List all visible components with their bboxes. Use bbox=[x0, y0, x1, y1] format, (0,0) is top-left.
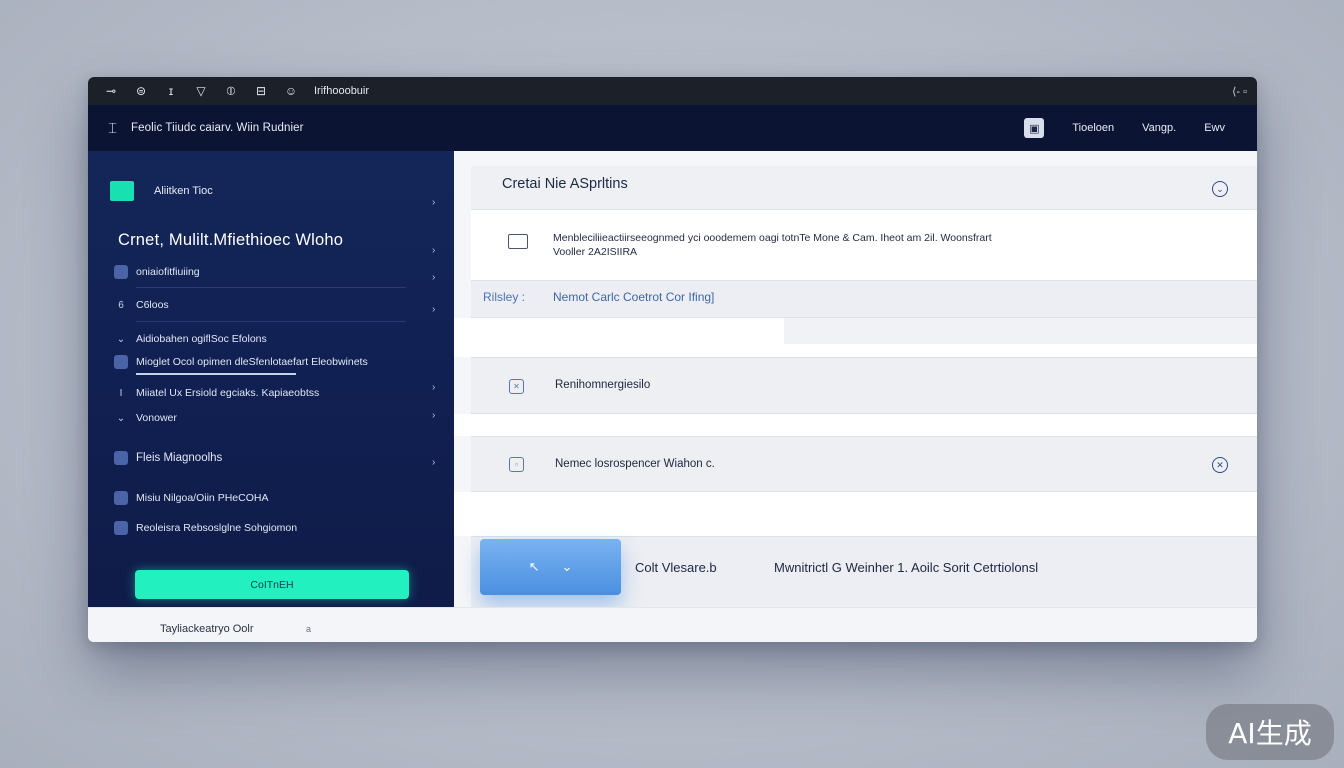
app-window: ⊸ ⊜ ɪ ▽ ⦶ ⊟ ☺ Irifhooobuir ⟨- ▫ ⌶ Feolic… bbox=[88, 77, 1257, 642]
chevron-down-icon: ⌄ bbox=[116, 333, 126, 345]
primary-cta-button[interactable]: CoITnEH bbox=[135, 570, 409, 599]
status-mark: a bbox=[306, 624, 312, 634]
sidebar-item[interactable]: oniaiofitfiuiing bbox=[114, 265, 200, 279]
meta-value-link[interactable]: Nemot Carlc Coetrot Cor Ifing] bbox=[553, 290, 714, 304]
bar-icon: I bbox=[119, 387, 123, 399]
folder-icon bbox=[114, 265, 128, 279]
user-icon: 6 bbox=[118, 299, 124, 311]
description-block: Menbleciliieactiirseeognmed yci ooodemem… bbox=[471, 210, 1257, 280]
nav-item-tioeloen[interactable]: Tioeloen bbox=[1072, 122, 1114, 134]
spacer bbox=[454, 414, 1257, 436]
sidebar-item[interactable]: Fleis Miagnoolhs bbox=[114, 451, 222, 465]
ai-generated-badge: AI生成 bbox=[1206, 704, 1334, 760]
main-panel: Cretai Nie ASprltins ⌄ Menbleciliieactii… bbox=[454, 151, 1257, 607]
title-bar: ⊸ ⊜ ɪ ▽ ⦶ ⊟ ☺ Irifhooobuir ⟨- ▫ bbox=[88, 77, 1257, 105]
sidebar-item-label: C6loos bbox=[136, 299, 169, 311]
document-icon bbox=[114, 355, 128, 369]
divider bbox=[136, 321, 406, 322]
lock-icon: ▫ bbox=[509, 457, 524, 472]
archive-icon bbox=[114, 521, 128, 535]
sidebar-item-label: Miiatel Ux Ersiold egciaks. Kapiaeobtss bbox=[136, 387, 320, 399]
active-underline bbox=[136, 373, 296, 375]
top-navbar: ⌶ Feolic Tiiudc caiarv. Wiin Rudnier ▣ T… bbox=[88, 105, 1257, 151]
chevron-right-icon[interactable]: › bbox=[432, 272, 435, 283]
sidebar-item[interactable]: 6 C6loos bbox=[114, 298, 169, 312]
chevron-down-icon: ⌄ bbox=[561, 559, 573, 574]
page-title: Cretai Nie ASprltins bbox=[502, 176, 628, 192]
window-title: Irifhooobuir bbox=[314, 85, 370, 97]
cursor-icon[interactable]: ɪ bbox=[158, 81, 184, 101]
sidebar-item[interactable]: Mioglet Ocol opimen dleSfenlotaefart Ele… bbox=[114, 355, 368, 369]
key-icon[interactable]: ⊸ bbox=[98, 81, 124, 101]
action-label: Colt Vlesare.b bbox=[635, 560, 717, 575]
compass-icon[interactable]: ⦶ bbox=[218, 81, 244, 101]
sidebar-item[interactable]: ⌄ Aidiobahen ogiflSoc Efolons bbox=[114, 332, 267, 346]
spacer bbox=[784, 318, 1257, 344]
folder-icon bbox=[114, 451, 128, 465]
chevron-down-icon: ⌄ bbox=[116, 412, 126, 424]
action-description: Mwnitrictl G Weinher 1. Aoilc Sorit Cetr… bbox=[774, 560, 1039, 575]
brand-square-icon bbox=[110, 181, 134, 201]
sidebar-item-label: oniaiofitfiuiing bbox=[136, 266, 200, 278]
avatar[interactable]: ▣ bbox=[1024, 118, 1045, 138]
description-line-2: Vooller 2A2ISIIRA bbox=[553, 246, 638, 258]
sidebar-item-label: Fleis Miagnoolhs bbox=[136, 452, 223, 464]
chevron-right-icon[interactable]: › bbox=[432, 410, 435, 421]
nav-item-ewv[interactable]: Ewv bbox=[1204, 122, 1225, 134]
sidebar-item[interactable]: ⌄ Vonower bbox=[114, 411, 177, 425]
edit-icon[interactable] bbox=[508, 234, 528, 249]
nav-item-vangp[interactable]: Vangp. bbox=[1142, 122, 1176, 134]
section-header: Cretai Nie ASprltins ⌄ bbox=[471, 166, 1257, 210]
divider bbox=[136, 287, 406, 288]
meta-row[interactable]: Rilsley : Nemot Carlc Coetrot Cor Ifing] bbox=[471, 280, 1257, 318]
sidebar-item-label: Aidiobahen ogiflSoc Efolons bbox=[136, 333, 267, 345]
shield-icon[interactable]: ⊜ bbox=[128, 81, 154, 101]
chevron-right-icon[interactable]: › bbox=[432, 304, 435, 315]
status-bar: Tayliackeatryo Oolr a bbox=[88, 607, 1257, 642]
chevron-right-icon[interactable]: › bbox=[432, 457, 435, 468]
database-icon[interactable]: ⊟ bbox=[248, 81, 274, 101]
meta-label: Rilsley : bbox=[483, 290, 526, 304]
status-text: Tayliackeatryo Oolr bbox=[160, 623, 254, 635]
list-item[interactable]: ✕ Renihomnergiesilo bbox=[471, 357, 1257, 414]
chevron-down-icon[interactable]: ⌄ bbox=[1212, 181, 1228, 197]
calendar-icon: ✕ bbox=[509, 379, 524, 394]
chevron-right-icon[interactable]: › bbox=[432, 245, 435, 256]
sidebar-item[interactable]: Misiu Nilgoa/Oiin PHeCOHA bbox=[114, 491, 268, 505]
sidebar-item[interactable]: Reoleisra Rebsoslglne Sohgiomon bbox=[114, 521, 297, 535]
sidebar-item[interactable]: I Miiatel Ux Ersiold egciaks. Kapiaeobts… bbox=[114, 386, 320, 400]
funnel-icon[interactable]: ▽ bbox=[188, 81, 214, 101]
spacer bbox=[454, 492, 1257, 536]
list-item-label: Renihomnergiesilo bbox=[555, 379, 651, 391]
lock-icon bbox=[114, 491, 128, 505]
description-line-1: Menbleciliieactiirseeognmed yci ooodemem… bbox=[553, 232, 992, 244]
sidebar-item-label: Reoleisra Rebsoslglne Sohgiomon bbox=[136, 522, 298, 534]
navbar-actions: ▣ Tioeloen Vangp. Ewv bbox=[1024, 118, 1225, 138]
sparkle-icon: ↖ bbox=[528, 559, 540, 574]
sidebar-item-label: Mioglet Ocol opimen dleSfenlotaefart Ele… bbox=[136, 356, 368, 368]
window-controls[interactable]: ⟨- ▫ bbox=[1232, 85, 1247, 98]
expand-button[interactable]: ↖ ⌄ bbox=[480, 539, 621, 595]
sidebar-item-label: Misiu Nilgoa/Oiin PHeCOHA bbox=[136, 492, 269, 504]
sidebar-header-label: Aliitken Tioc bbox=[154, 185, 213, 197]
chevron-right-icon[interactable]: › bbox=[432, 382, 435, 393]
navbar-title: Feolic Tiiudc caiarv. Wiin Rudnier bbox=[131, 122, 304, 134]
smile-icon[interactable]: ☺ bbox=[278, 81, 304, 101]
list-item-label: Nemec losrospencer Wiahon c. bbox=[555, 458, 715, 470]
close-icon[interactable]: ✕ bbox=[1212, 457, 1228, 473]
action-row: ↖ ⌄ Colt Vlesare.b Mwnitrictl G Weinher … bbox=[471, 536, 1257, 607]
sidebar: Aliitken Tioc › Crnet, Mulilt.Mfiethioec… bbox=[88, 151, 454, 607]
sidebar-item-label: Vonower bbox=[136, 412, 177, 424]
chevron-right-icon[interactable]: › bbox=[432, 197, 435, 208]
sidebar-header: Aliitken Tioc bbox=[110, 181, 213, 201]
menu-bar-icon[interactable]: ⌶ bbox=[108, 120, 117, 137]
sidebar-title: Crnet, Mulilt.Mfiethioec Wloho bbox=[118, 231, 344, 249]
list-item[interactable]: ▫ Nemec losrospencer Wiahon c. ✕ bbox=[471, 436, 1257, 492]
